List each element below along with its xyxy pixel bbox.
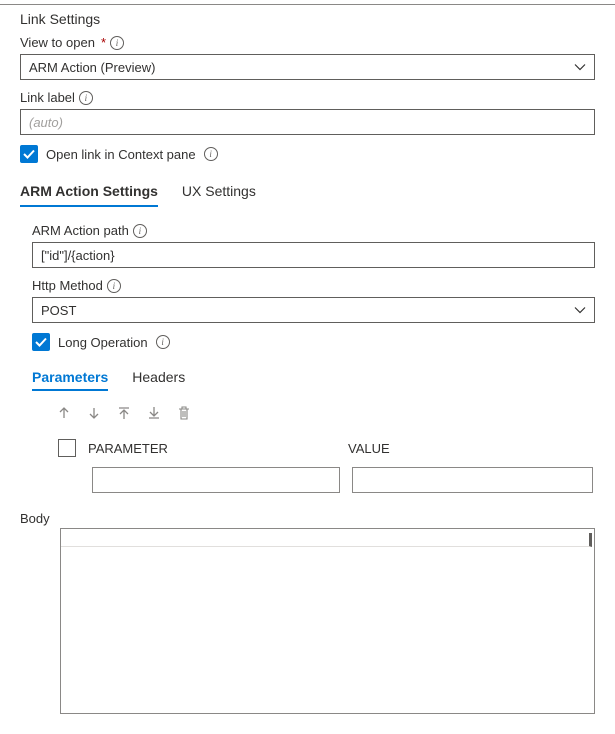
arm-action-path-value: ["id"]/{action} <box>41 248 115 263</box>
http-method-label: Http Method <box>32 278 103 293</box>
delete-icon[interactable] <box>176 405 192 421</box>
open-in-context-checkbox[interactable] <box>20 145 38 163</box>
long-operation-checkbox[interactable] <box>32 333 50 351</box>
info-icon[interactable]: i <box>156 335 170 349</box>
parameter-table: PARAMETER VALUE <box>32 439 595 493</box>
subtab-parameters[interactable]: Parameters <box>32 365 108 391</box>
chevron-down-icon <box>574 304 586 316</box>
chevron-down-icon <box>574 61 586 73</box>
subtab-headers[interactable]: Headers <box>132 365 185 391</box>
view-to-open-select[interactable]: ARM Action (Preview) <box>20 54 595 80</box>
body-label: Body <box>20 511 595 526</box>
move-up-icon[interactable] <box>56 405 72 421</box>
section-title: Link Settings <box>20 11 595 27</box>
long-operation-label: Long Operation <box>58 335 148 350</box>
col-header-value: VALUE <box>348 441 595 456</box>
info-icon[interactable]: i <box>133 224 147 238</box>
http-method-value: POST <box>41 303 574 318</box>
move-down-icon[interactable] <box>86 405 102 421</box>
table-row <box>32 467 595 493</box>
open-in-context-label: Open link in Context pane <box>46 147 196 162</box>
arm-action-path-label: ARM Action path <box>32 223 129 238</box>
http-method-select[interactable]: POST <box>32 297 595 323</box>
move-top-icon[interactable] <box>116 405 132 421</box>
col-header-parameter: PARAMETER <box>88 441 336 456</box>
link-label-label: Link label <box>20 90 75 105</box>
param-toolbar <box>32 405 595 421</box>
parameter-value-input[interactable] <box>352 467 593 493</box>
info-icon[interactable]: i <box>79 91 93 105</box>
parameter-name-input[interactable] <box>92 467 340 493</box>
info-icon[interactable]: i <box>110 36 124 50</box>
link-label-input[interactable] <box>20 109 595 135</box>
info-icon[interactable]: i <box>204 147 218 161</box>
view-to-open-value: ARM Action (Preview) <box>29 60 574 75</box>
tab-ux-settings[interactable]: UX Settings <box>182 177 256 207</box>
body-textarea[interactable] <box>60 528 595 714</box>
view-to-open-label: View to open <box>20 35 95 50</box>
info-icon[interactable]: i <box>107 279 121 293</box>
select-all-checkbox[interactable] <box>58 439 76 457</box>
move-bottom-icon[interactable] <box>146 405 162 421</box>
main-tabs: ARM Action Settings UX Settings <box>20 177 595 207</box>
sub-tabs: Parameters Headers <box>32 365 595 391</box>
tab-arm-action-settings[interactable]: ARM Action Settings <box>20 177 158 207</box>
required-asterisk: * <box>101 35 106 50</box>
arm-action-path-input[interactable]: ["id"]/{action} <box>32 242 595 268</box>
